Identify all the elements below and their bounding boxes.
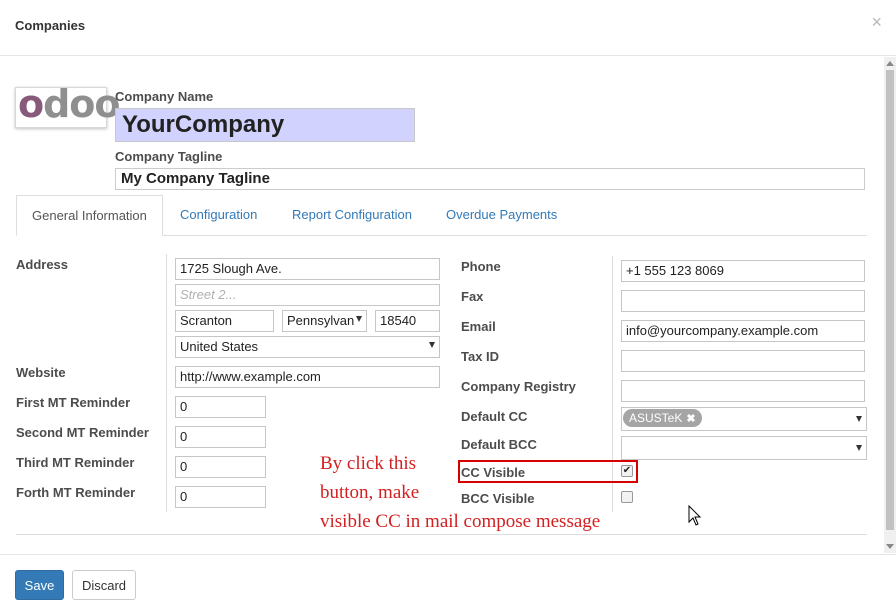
default-cc-tag: ASUSTeK ✖ — [623, 409, 702, 427]
state-dropdown-icon — [356, 316, 362, 322]
first-mt-reminder-label: First MT Reminder — [16, 395, 131, 410]
company-logo[interactable]: odoo — [15, 82, 121, 128]
forth-mt-reminder-label: Forth MT Reminder — [16, 485, 136, 500]
scroll-down-arrow-icon[interactable] — [886, 544, 894, 549]
city-input[interactable]: Scranton — [175, 310, 274, 332]
third-mt-reminder-input[interactable]: 0 — [175, 456, 266, 478]
left-divider — [166, 254, 167, 512]
fax-input[interactable] — [621, 290, 865, 312]
company-name-input[interactable]: YourCompany — [115, 108, 415, 142]
second-mt-reminder-label: Second MT Reminder — [16, 425, 149, 440]
scroll-up-arrow-icon[interactable] — [886, 61, 894, 66]
save-button[interactable]: Save — [15, 570, 64, 600]
modal-title: Companies — [15, 18, 86, 33]
country-select[interactable]: United States — [175, 336, 440, 358]
scrollbar[interactable] — [884, 57, 896, 553]
tab-configuration[interactable]: Configuration — [180, 195, 257, 236]
forth-mt-reminder-input[interactable]: 0 — [175, 486, 266, 508]
email-label: Email — [461, 319, 496, 334]
tab-bar: General Information Configuration Report… — [16, 195, 867, 236]
close-icon[interactable]: × — [871, 12, 882, 32]
odoo-logo-icon: odoo — [18, 82, 121, 126]
default-bcc-select[interactable] — [621, 436, 867, 460]
annotation-note: By click this button, make visible CC in… — [320, 453, 601, 532]
default-bcc-dropdown-icon — [856, 445, 862, 451]
street2-input[interactable]: Street 2... — [175, 284, 440, 306]
second-mt-reminder-input[interactable]: 0 — [175, 426, 266, 448]
website-input[interactable]: http://www.example.com — [175, 366, 440, 388]
phone-label: Phone — [461, 259, 501, 274]
mouse-pointer-icon — [688, 505, 702, 526]
fax-label: Fax — [461, 289, 484, 304]
tab-report-configuration[interactable]: Report Configuration — [292, 195, 412, 236]
company-name-label: Company Name — [115, 89, 214, 104]
tab-general-information[interactable]: General Information — [16, 195, 163, 236]
tax-id-label: Tax ID — [461, 349, 500, 364]
discard-button[interactable]: Discard — [72, 570, 136, 600]
modal-header: Companies × — [0, 0, 896, 56]
company-tagline-input[interactable]: My Company Tagline — [115, 168, 865, 190]
scroll-thumb[interactable] — [886, 70, 894, 530]
tab-overdue-payments[interactable]: Overdue Payments — [446, 195, 557, 236]
company-registry-input[interactable] — [621, 380, 865, 402]
email-input[interactable]: info@yourcompany.example.com — [621, 320, 865, 342]
zip-input[interactable]: 18540 — [375, 310, 440, 332]
state-select[interactable]: Pennsylvan — [282, 310, 367, 332]
website-label: Website — [16, 365, 66, 380]
form-bottom-divider — [16, 534, 867, 535]
tag-remove-icon[interactable]: ✖ — [686, 413, 695, 425]
country-dropdown-icon — [429, 342, 435, 348]
address-label: Address — [16, 257, 69, 272]
phone-input[interactable]: +1 555 123 8069 — [621, 260, 865, 282]
third-mt-reminder-label: Third MT Reminder — [16, 455, 135, 470]
tax-id-input[interactable] — [621, 350, 865, 372]
street-input[interactable]: 1725 Slough Ave. — [175, 258, 440, 280]
company-tagline-label: Company Tagline — [115, 149, 223, 164]
first-mt-reminder-input[interactable]: 0 — [175, 396, 266, 418]
default-cc-label: Default CC — [461, 409, 528, 424]
company-registry-label: Company Registry — [461, 379, 576, 394]
default-cc-dropdown-icon — [856, 416, 862, 422]
